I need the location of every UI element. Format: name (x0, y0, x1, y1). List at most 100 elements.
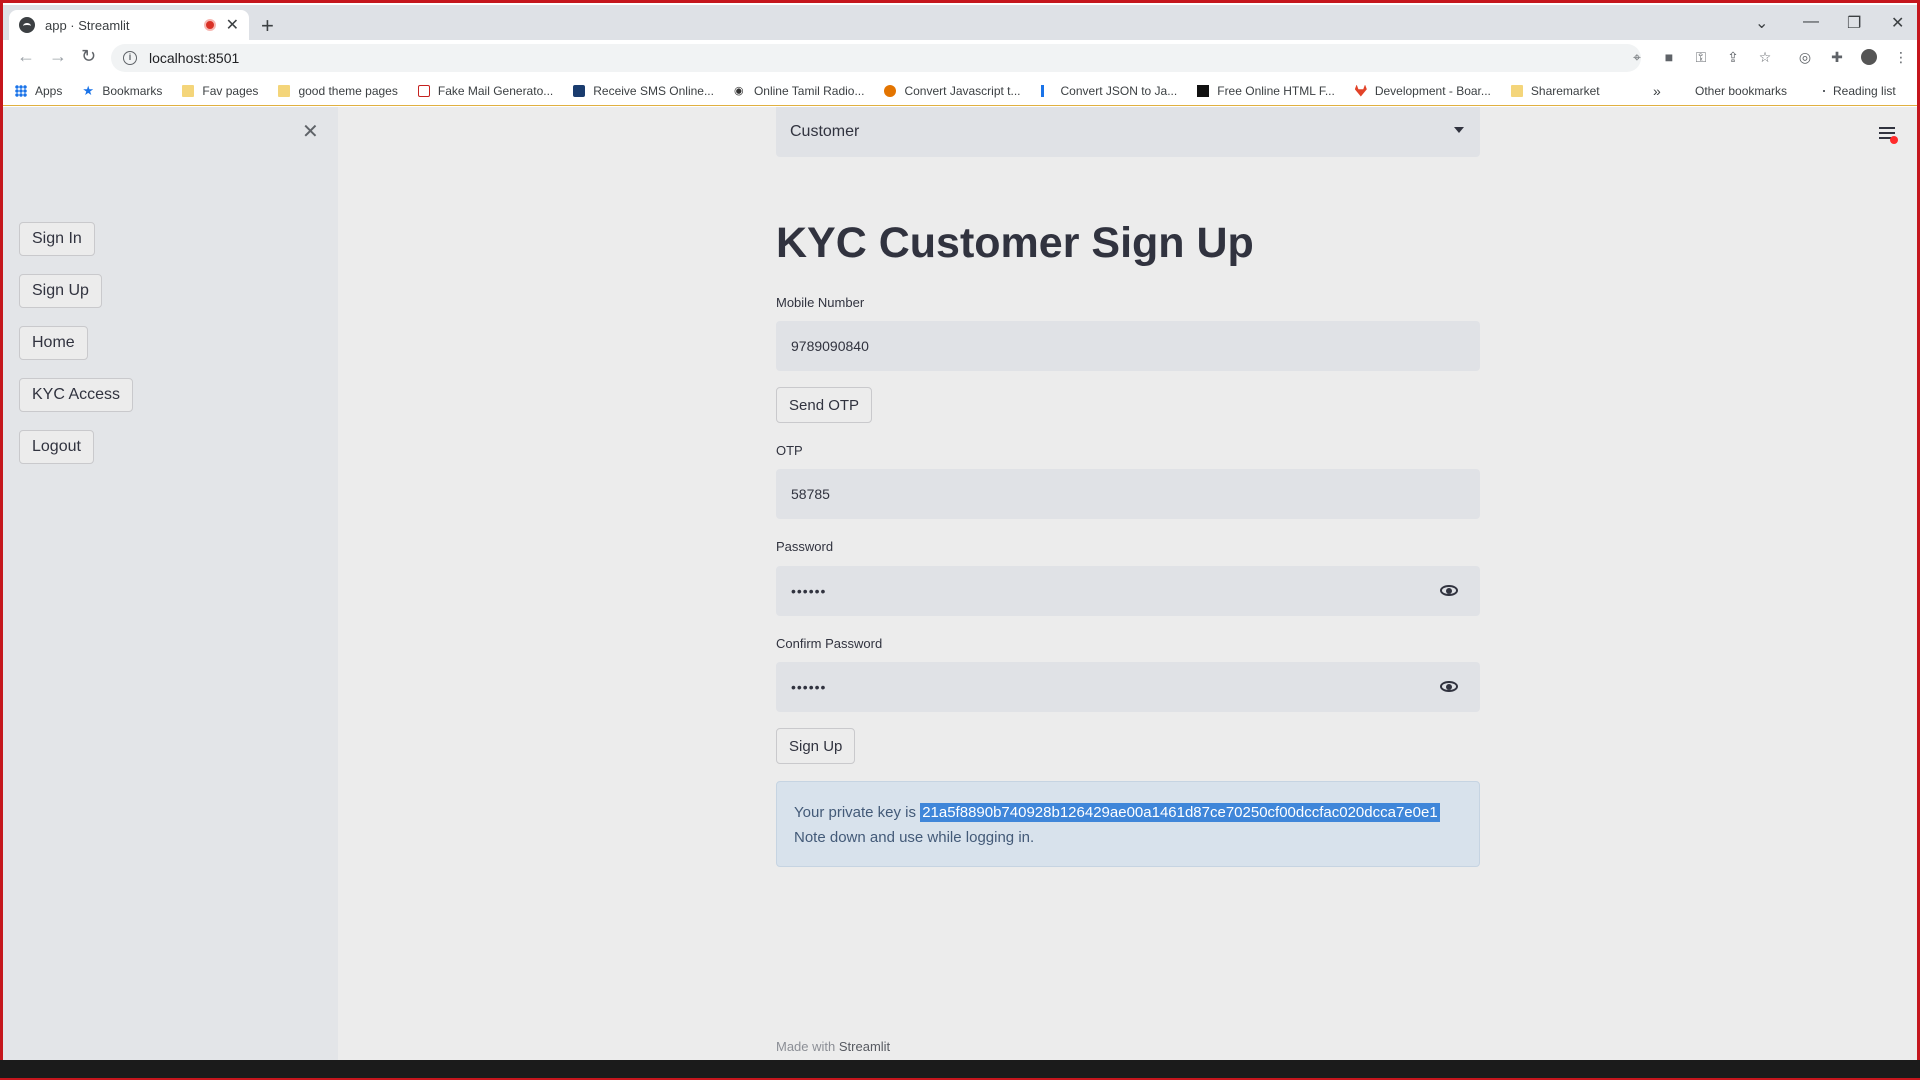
bookmark-label: Development - Boar... (1374, 83, 1491, 98)
bookmark-convert-json[interactable]: Convert JSON to Ja... (1040, 83, 1178, 98)
mobile-number-input[interactable]: 9789090840 (776, 321, 1480, 371)
location-icon[interactable]: ⌖ (1629, 49, 1645, 65)
mobile-number-label: Mobile Number (776, 295, 865, 310)
show-password-eye-icon[interactable] (1440, 585, 1458, 596)
password-label: Password (776, 539, 834, 554)
streamlit-app: ✕ Sign In Sign Up Home KYC Access Logout… (3, 107, 1917, 1063)
star-icon: ★ (82, 82, 95, 98)
new-tab-icon[interactable]: + (261, 13, 274, 39)
address-bar[interactable]: i localhost:8501 (111, 44, 1641, 72)
profile-avatar-icon[interactable] (1861, 49, 1877, 65)
bookmark-receive-sms[interactable]: Receive SMS Online... (573, 84, 714, 98)
bookmarks-bar: Apps ★ Bookmarks Fav pages good theme pa… (3, 76, 1917, 106)
hamburger-menu-icon[interactable] (1879, 127, 1898, 144)
reload-icon[interactable]: ↻ (81, 46, 96, 67)
bookmark-apps[interactable]: Apps (15, 84, 62, 98)
close-sidebar-icon[interactable]: ✕ (302, 119, 319, 144)
mobile-number-value: 9789090840 (791, 338, 869, 354)
browser-tab[interactable]: app · Streamlit ✕ (9, 10, 249, 40)
bookmark-label: Online Tamil Radio... (753, 83, 865, 98)
bookmark-label: Fake Mail Generato... (437, 83, 554, 98)
camera-icon[interactable]: ■ (1661, 49, 1677, 65)
bookmark-label: Sharemarket (1530, 83, 1600, 98)
bookmark-label: Convert Javascript t... (904, 83, 1021, 98)
sms-icon (573, 84, 586, 97)
otp-input[interactable]: 58785 (776, 469, 1480, 519)
bookmark-development-board[interactable]: Development - Boar... (1354, 83, 1491, 98)
bookmark-label: good theme pages (298, 83, 398, 98)
extension-icon[interactable]: ◎ (1797, 49, 1813, 65)
reading-list-label: Reading list (1833, 83, 1896, 98)
reading-list[interactable]: Reading list (1823, 84, 1896, 98)
bookmark-label: Convert JSON to Ja... (1060, 83, 1178, 98)
confirm-password-label: Confirm Password (776, 636, 883, 651)
sign-in-button[interactable]: Sign In (19, 222, 95, 256)
restore-icon[interactable]: ❐ (1847, 13, 1861, 33)
bookmark-fav-pages[interactable]: Fav pages (182, 84, 258, 98)
forward-icon[interactable]: → (49, 46, 67, 67)
taskbar-edge (0, 1060, 1920, 1080)
folder-icon (1510, 84, 1523, 97)
mail-icon (417, 84, 430, 97)
bookmark-free-online-html[interactable]: Free Online HTML F... (1197, 84, 1335, 98)
logout-button[interactable]: Logout (19, 430, 94, 464)
more-menu-icon[interactable]: ⋮ (1893, 49, 1909, 65)
close-tab-icon[interactable]: ✕ (226, 15, 239, 35)
bookmark-bookmarks[interactable]: ★ Bookmarks (82, 84, 162, 98)
info-icon[interactable]: i (123, 51, 137, 65)
confirm-password-input[interactable]: •••••• (776, 662, 1480, 712)
streamlit-link[interactable]: Streamlit (839, 1039, 890, 1054)
page-title: KYC Customer Sign Up (776, 219, 1254, 267)
puzzle-icon[interactable]: ✚ (1829, 49, 1845, 65)
other-bookmarks-label: Other bookmarks (1695, 83, 1788, 98)
show-confirm-password-eye-icon[interactable] (1440, 681, 1458, 692)
bookmarks-overflow-icon[interactable]: » (1653, 83, 1661, 99)
recording-icon (203, 19, 216, 31)
bookmark-fake-mail[interactable]: Fake Mail Generato... (417, 83, 554, 98)
bookmark-convert-javascript[interactable]: Convert Javascript t... (884, 83, 1021, 98)
browser-toolbar: ← → ↻ i localhost:8501 ⌖ ■ ⚿ ⇪ ☆ ◎ ✚ ⋮ (3, 40, 1917, 76)
url-text: localhost:8501 (149, 50, 240, 66)
gitlab-icon (1354, 84, 1367, 97)
bookmark-label: Bookmarks (102, 83, 163, 98)
alert-note: Note down and use while logging in. (794, 829, 1035, 846)
minimize-icon[interactable]: — (1803, 13, 1819, 31)
folder-icon (278, 84, 291, 97)
other-bookmarks[interactable]: Other bookmarks (1687, 84, 1787, 98)
private-key-alert: Your private key is 21a5f8890b740928b126… (776, 781, 1480, 867)
html-icon (1197, 84, 1210, 97)
close-window-icon[interactable]: ✕ (1891, 13, 1904, 33)
bookmark-sharemarket[interactable]: Sharemarket (1510, 83, 1600, 98)
password-input[interactable]: •••••• (776, 566, 1480, 616)
bookmark-label: Apps (35, 83, 63, 98)
password-value: •••••• (791, 583, 827, 599)
role-select[interactable]: Customer (776, 107, 1480, 157)
share-icon[interactable]: ⇪ (1725, 49, 1741, 65)
star-icon[interactable]: ☆ (1757, 49, 1773, 65)
tab-strip: app · Streamlit ✕ + ⌄ — ❐ ✕ (3, 5, 1917, 40)
sign-up-submit-button[interactable]: Sign Up (776, 728, 856, 764)
private-key-line: Your private key is 21a5f8890b740928b126… (794, 800, 1462, 825)
apps-grid-icon (15, 84, 27, 97)
private-key-value[interactable]: 21a5f8890b740928b126429ae00a1461d87ce702… (920, 803, 1440, 822)
sign-up-nav-button[interactable]: Sign Up (19, 274, 102, 308)
tab-search-icon[interactable]: ⌄ (1755, 13, 1768, 33)
bookmark-tamil-radio[interactable]: ◉ Online Tamil Radio... (734, 84, 865, 98)
streamlit-favicon-icon (19, 17, 35, 33)
bookmark-label: Fav pages (202, 83, 259, 98)
otp-label: OTP (776, 443, 803, 458)
sidebar: ✕ Sign In Sign Up Home KYC Access Logout (3, 107, 338, 1063)
home-button[interactable]: Home (19, 326, 88, 360)
json-icon (1040, 84, 1053, 97)
kyc-access-button[interactable]: KYC Access (19, 378, 134, 412)
bookmark-label: Receive SMS Online... (593, 83, 714, 98)
reading-list-icon (1823, 89, 1825, 92)
footer-prefix: Made with (776, 1039, 839, 1054)
send-otp-button[interactable]: Send OTP (776, 387, 873, 423)
convert-icon (884, 84, 897, 97)
bookmark-good-theme-pages[interactable]: good theme pages (278, 83, 398, 98)
key-icon[interactable]: ⚿ (1693, 49, 1709, 65)
browser-window: app · Streamlit ✕ + ⌄ — ❐ ✕ ← → ↻ i loca… (0, 0, 1920, 1080)
role-select-value: Customer (790, 123, 860, 140)
back-icon[interactable]: ← (17, 46, 35, 67)
